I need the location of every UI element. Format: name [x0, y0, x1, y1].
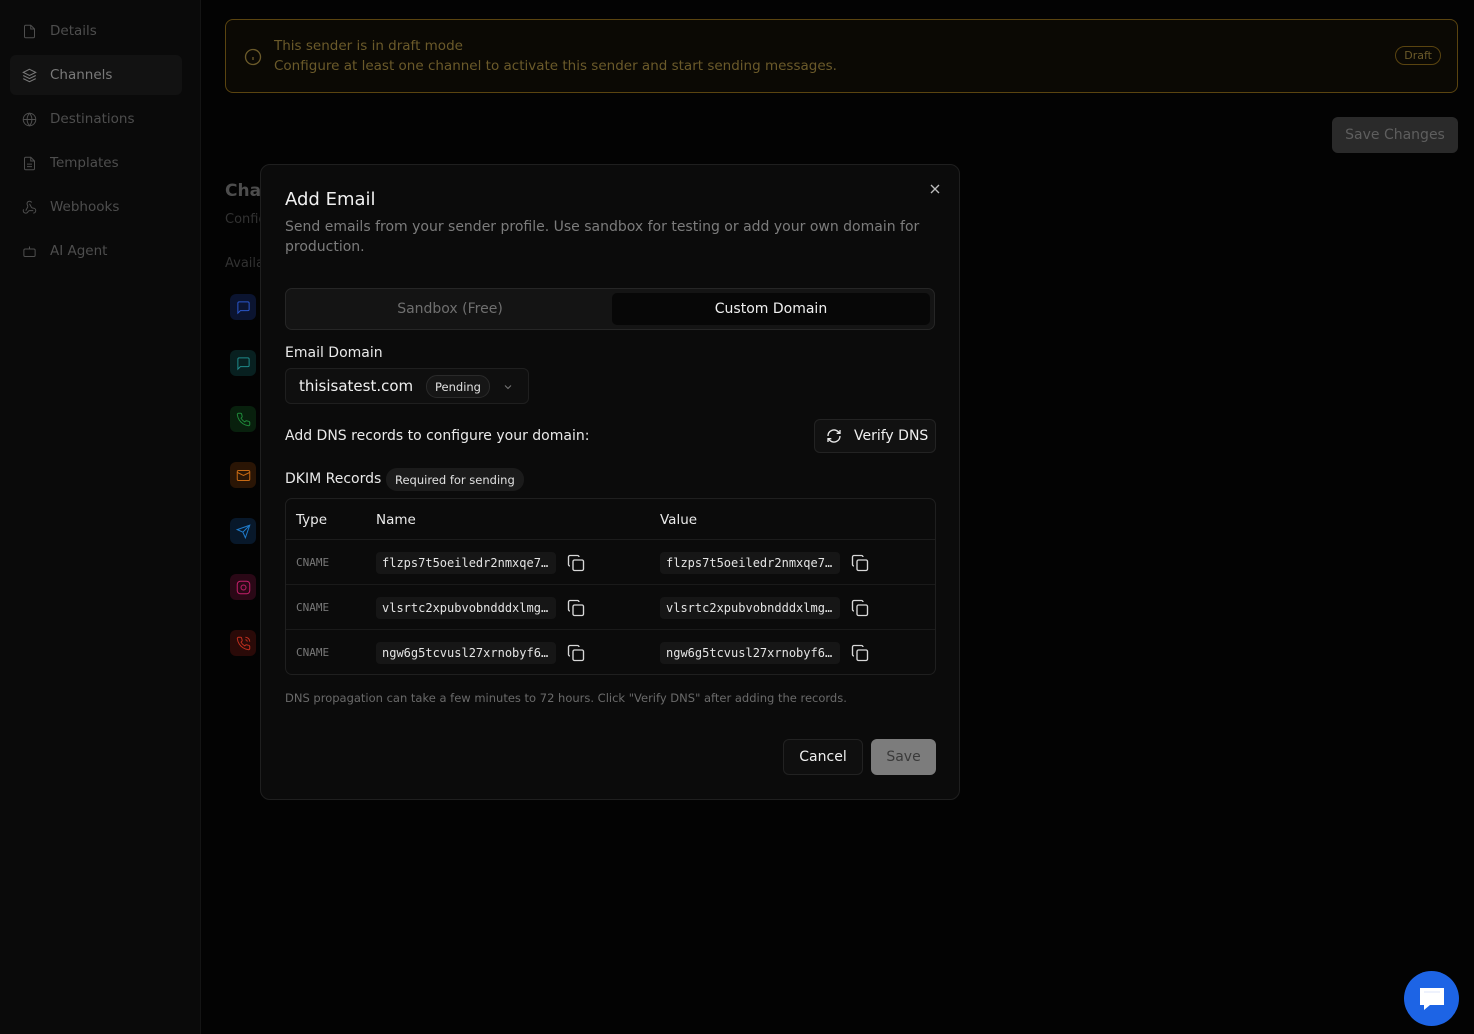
dns-records-label: Add DNS records to configure your domain… — [285, 428, 590, 444]
copy-icon[interactable] — [567, 599, 585, 617]
dkim-records-table: Type Name Value CNAME flzps7t5oeiledr2nm… — [285, 498, 936, 675]
banner-title: This sender is in draft mode — [274, 38, 463, 54]
record-name: flzps7t5oeiledr2nmxqe7… — [376, 552, 556, 574]
page-title: Channels — [225, 181, 260, 201]
copy-icon[interactable] — [851, 644, 869, 662]
verify-dns-button[interactable]: Verify DNS — [814, 419, 936, 453]
copy-icon[interactable] — [851, 599, 869, 617]
dns-propagation-note: DNS propagation can take a few minutes t… — [285, 691, 847, 705]
page-subtitle: Configure — [225, 212, 260, 227]
record-value: vlsrtc2xpubvobndddxlmg… — [660, 597, 840, 619]
required-badge: Required for sending — [386, 468, 524, 491]
channel-phone-icon[interactable] — [230, 406, 256, 432]
draft-mode-banner: This sender is in draft mode Configure a… — [225, 19, 1458, 93]
record-value: ngw6g5tcvusl27xrnobyf6… — [660, 642, 840, 664]
sidebar-item-label: Details — [50, 23, 97, 39]
record-value: flzps7t5oeiledr2nmxqe7… — [660, 552, 840, 574]
column-header-type: Type — [296, 512, 328, 528]
sidebar-item-webhooks[interactable]: Webhooks — [10, 187, 182, 227]
mail-icon — [236, 469, 250, 481]
email-domain-select[interactable]: thisisatest.com Pending — [285, 368, 529, 404]
chat-icon — [1419, 987, 1444, 1010]
record-value-text: flzps7t5oeiledr2nmxqe7… — [666, 556, 833, 570]
webhook-icon — [22, 200, 37, 214]
email-domain-label: Email Domain — [285, 345, 383, 361]
layers-icon — [22, 68, 37, 82]
sidebar-item-label: Templates — [50, 155, 119, 171]
tab-sandbox[interactable]: Sandbox (Free) — [290, 293, 610, 325]
record-type: CNAME — [296, 556, 330, 569]
column-header-name: Name — [376, 512, 416, 528]
sidebar-item-label: Channels — [50, 67, 113, 83]
close-icon[interactable] — [927, 181, 943, 197]
chat-widget-button[interactable] — [1404, 971, 1459, 1026]
refresh-icon — [827, 429, 841, 443]
instagram-icon — [236, 580, 250, 594]
record-value-text: ngw6g5tcvusl27xrnobyf6… — [666, 646, 833, 660]
phone-call-icon — [236, 636, 250, 650]
verify-dns-label: Verify DNS — [854, 428, 929, 444]
sidebar-item-details[interactable]: Details — [10, 11, 182, 51]
file-text-icon — [24, 156, 35, 170]
status-badge: Pending — [426, 375, 490, 398]
record-name: vlsrtc2xpubvobndddxlmg… — [376, 597, 556, 619]
phone-icon — [236, 412, 250, 426]
channel-telegram-icon[interactable] — [230, 518, 256, 544]
channel-voice-icon[interactable] — [230, 630, 256, 656]
dkim-records-label: DKIM Records — [285, 471, 382, 487]
dialog-description: Send emails from your sender profile. Us… — [285, 219, 920, 255]
save-button[interactable]: Save — [871, 739, 936, 775]
record-name: ngw6g5tcvusl27xrnobyf6… — [376, 642, 556, 664]
table-row: CNAME flzps7t5oeiledr2nmxqe7… flzps7t5oe… — [286, 540, 935, 585]
domain-value: thisisatest.com — [299, 377, 414, 395]
channel-instagram-icon[interactable] — [230, 574, 256, 600]
sidebar-item-label: AI Agent — [50, 243, 108, 259]
file-icon — [24, 24, 35, 38]
bot-icon — [23, 246, 36, 257]
email-mode-tabs: Sandbox (Free) Custom Domain — [285, 288, 935, 330]
sidebar-item-label: Destinations — [50, 111, 135, 127]
sidebar: Details Channels Destinations Templates … — [0, 0, 201, 1034]
sidebar-item-ai-agent[interactable]: AI Agent — [10, 231, 182, 271]
sidebar-item-templates[interactable]: Templates — [10, 143, 182, 183]
sidebar-item-channels[interactable]: Channels — [10, 55, 182, 95]
available-channels-label: Available — [225, 256, 260, 271]
record-type: CNAME — [296, 601, 330, 614]
add-email-dialog: Add Email Send emails from your sender p… — [260, 164, 960, 800]
dialog-title: Add Email — [285, 189, 376, 210]
info-icon — [244, 48, 262, 66]
record-name-text: flzps7t5oeiledr2nmxqe7… — [382, 556, 549, 570]
message-icon — [236, 356, 250, 370]
table-row: CNAME vlsrtc2xpubvobndddxlmg… vlsrtc2xpu… — [286, 585, 935, 630]
copy-icon[interactable] — [567, 644, 585, 662]
tab-custom-domain[interactable]: Custom Domain — [612, 293, 930, 325]
channel-chat-icon[interactable] — [230, 350, 256, 376]
table-header: Type Name Value — [286, 499, 935, 540]
globe-icon — [22, 111, 37, 127]
message-icon — [236, 300, 250, 314]
send-icon — [235, 523, 251, 539]
draft-badge: Draft — [1395, 46, 1441, 65]
record-type: CNAME — [296, 646, 330, 659]
column-header-value: Value — [660, 512, 698, 528]
banner-text: Configure at least one channel to activa… — [274, 58, 837, 74]
copy-icon[interactable] — [567, 554, 585, 572]
channel-email-icon[interactable] — [230, 462, 256, 488]
record-name-text: vlsrtc2xpubvobndddxlmg… — [382, 601, 549, 615]
cancel-button[interactable]: Cancel — [783, 739, 863, 775]
record-value-text: vlsrtc2xpubvobndddxlmg… — [666, 601, 833, 615]
table-row: CNAME ngw6g5tcvusl27xrnobyf6… ngw6g5tcvu… — [286, 630, 935, 674]
copy-icon[interactable] — [851, 554, 869, 572]
channel-sms-icon[interactable] — [230, 294, 256, 320]
save-changes-button[interactable]: Save Changes — [1332, 117, 1458, 153]
chevron-down-icon — [504, 385, 512, 390]
sidebar-item-label: Webhooks — [50, 199, 120, 215]
sidebar-item-destinations[interactable]: Destinations — [10, 99, 182, 139]
record-name-text: ngw6g5tcvusl27xrnobyf6… — [382, 646, 549, 660]
